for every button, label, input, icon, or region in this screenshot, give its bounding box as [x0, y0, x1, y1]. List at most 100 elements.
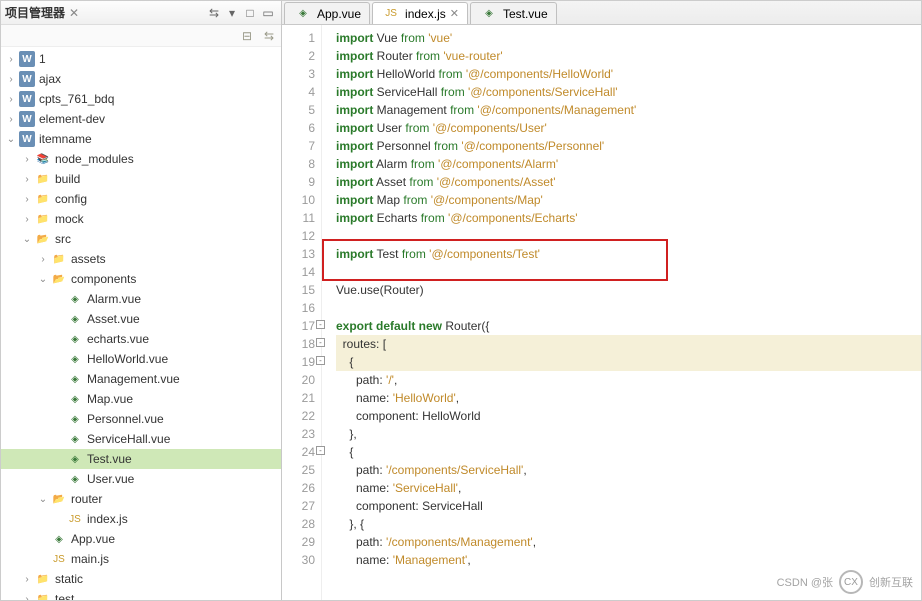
tree-item[interactable]: ›📁mock [1, 209, 281, 229]
code-line[interactable]: path: '/components/ServiceHall', [336, 461, 921, 479]
code-line[interactable]: import Personnel from '@/components/Pers… [336, 137, 921, 155]
line-number: 4 [282, 83, 315, 101]
tree-item[interactable]: ›📁static [1, 569, 281, 589]
chevron-right-icon[interactable]: › [21, 574, 33, 585]
code-editor[interactable]: 1234567891011121314151617-18-19-20212223… [282, 25, 921, 600]
code-line[interactable]: component: ServiceHall [336, 497, 921, 515]
link-editor-icon[interactable]: ⇆ [261, 28, 277, 44]
tree-item[interactable]: ◈Map.vue [1, 389, 281, 409]
tree-item-label: Asset.vue [85, 312, 140, 326]
file-tree[interactable]: ›W1›Wajax›Wcpts_761_bdq›Welement-dev⌄Wit… [1, 47, 281, 600]
tree-item[interactable]: ◈User.vue [1, 469, 281, 489]
collapse-all-icon[interactable]: ⊟ [239, 28, 255, 44]
code-line[interactable]: name: 'Management', [336, 551, 921, 569]
tree-item[interactable]: ◈Alarm.vue [1, 289, 281, 309]
code-line[interactable]: name: 'HelloWorld', [336, 389, 921, 407]
code-line[interactable]: }, [336, 425, 921, 443]
tree-item[interactable]: JSindex.js [1, 509, 281, 529]
chevron-right-icon[interactable]: › [5, 114, 17, 125]
chevron-right-icon[interactable]: › [21, 194, 33, 205]
tree-item-label: Map.vue [85, 392, 133, 406]
code-line[interactable]: import Management from '@/components/Man… [336, 101, 921, 119]
code-line[interactable]: }, { [336, 515, 921, 533]
code-line[interactable]: Vue.use(Router) [336, 281, 921, 299]
tree-item[interactable]: ›Welement-dev [1, 109, 281, 129]
tree-item[interactable]: ›📁config [1, 189, 281, 209]
minimize-icon[interactable]: □ [241, 6, 259, 20]
tree-item[interactable]: ›W1 [1, 49, 281, 69]
tree-item[interactable]: ◈App.vue [1, 529, 281, 549]
maximize-icon[interactable]: ▭ [259, 6, 277, 20]
line-number: 8 [282, 155, 315, 173]
tree-item[interactable]: ◈Personnel.vue [1, 409, 281, 429]
chevron-right-icon[interactable]: › [21, 154, 33, 165]
code-line[interactable]: { [336, 353, 921, 371]
tree-item[interactable]: ⌄📂components [1, 269, 281, 289]
code-line[interactable] [336, 299, 921, 317]
code-line[interactable]: import HelloWorld from '@/components/Hel… [336, 65, 921, 83]
tree-item-label: Personnel.vue [85, 412, 164, 426]
tab-label: index.js [405, 7, 446, 21]
code-line[interactable]: component: HelloWorld [336, 407, 921, 425]
tree-item[interactable]: ›📁test [1, 589, 281, 600]
folder-icon: 📁 [35, 211, 51, 227]
code-content[interactable]: import Vue from 'vue'import Router from … [322, 25, 921, 600]
folder-open-icon: 📂 [51, 491, 67, 507]
chevron-right-icon[interactable]: › [5, 94, 17, 105]
code-line[interactable]: import Alarm from '@/components/Alarm' [336, 155, 921, 173]
view-menu-icon[interactable]: ▾ [223, 6, 241, 20]
code-line[interactable]: { [336, 443, 921, 461]
code-line[interactable]: name: 'ServiceHall', [336, 479, 921, 497]
tree-item-label: main.js [69, 552, 109, 566]
chevron-down-icon[interactable]: ⌄ [5, 134, 17, 145]
chevron-right-icon[interactable]: › [37, 254, 49, 265]
w-icon: W [19, 131, 35, 147]
tree-item[interactable]: ◈Management.vue [1, 369, 281, 389]
chevron-right-icon[interactable]: › [21, 214, 33, 225]
tree-item[interactable]: ◈echarts.vue [1, 329, 281, 349]
code-line[interactable] [336, 263, 921, 281]
code-line[interactable]: import Test from '@/components/Test' [336, 245, 921, 263]
code-line[interactable]: path: '/', [336, 371, 921, 389]
tree-item[interactable]: ⌄📂router [1, 489, 281, 509]
tree-item[interactable]: ◈Asset.vue [1, 309, 281, 329]
tree-item[interactable]: ›Wajax [1, 69, 281, 89]
code-line[interactable]: import User from '@/components/User' [336, 119, 921, 137]
chevron-right-icon[interactable]: › [21, 174, 33, 185]
editor-tab[interactable]: ◈App.vue [284, 2, 370, 24]
editor-tab[interactable]: ◈Test.vue [470, 2, 557, 24]
tree-item[interactable]: ◈HelloWorld.vue [1, 349, 281, 369]
code-line[interactable]: import Echarts from '@/components/Echart… [336, 209, 921, 227]
code-line[interactable]: import Asset from '@/components/Asset' [336, 173, 921, 191]
tree-item[interactable]: ⌄📂src [1, 229, 281, 249]
chevron-down-icon[interactable]: ⌄ [21, 234, 33, 245]
chevron-right-icon[interactable]: › [21, 594, 33, 601]
tree-item[interactable]: ›📁build [1, 169, 281, 189]
code-line[interactable]: import Router from 'vue-router' [336, 47, 921, 65]
code-line[interactable]: export default new Router({ [336, 317, 921, 335]
tree-item[interactable]: ◈ServiceHall.vue [1, 429, 281, 449]
explorer-title: 项目管理器 [5, 4, 65, 21]
tree-item[interactable]: JSmain.js [1, 549, 281, 569]
tree-item[interactable]: ◈Test.vue [1, 449, 281, 469]
code-line[interactable]: import Map from '@/components/Map' [336, 191, 921, 209]
code-line[interactable]: import Vue from 'vue' [336, 29, 921, 47]
code-line[interactable] [336, 227, 921, 245]
chevron-down-icon[interactable]: ⌄ [37, 274, 49, 285]
code-line[interactable]: import ServiceHall from '@/components/Se… [336, 83, 921, 101]
tree-item[interactable]: ⌄Witemname [1, 129, 281, 149]
chevron-right-icon[interactable]: › [5, 54, 17, 65]
tree-item-label: HelloWorld.vue [85, 352, 168, 366]
editor-tab[interactable]: JSindex.js✕ [372, 2, 468, 24]
code-line[interactable]: routes: [ [336, 335, 921, 353]
tab-dirty-icon[interactable]: ✕ [450, 7, 459, 20]
chevron-right-icon[interactable]: › [5, 74, 17, 85]
tree-item-label: index.js [85, 512, 128, 526]
code-line[interactable]: path: '/components/Management', [336, 533, 921, 551]
link-toggle-icon[interactable]: ⇆ [205, 6, 223, 20]
tree-item[interactable]: ›📁assets [1, 249, 281, 269]
tree-item[interactable]: ›📚node_modules [1, 149, 281, 169]
close-icon[interactable]: ✕ [69, 6, 79, 20]
tree-item[interactable]: ›Wcpts_761_bdq [1, 89, 281, 109]
chevron-down-icon[interactable]: ⌄ [37, 494, 49, 505]
